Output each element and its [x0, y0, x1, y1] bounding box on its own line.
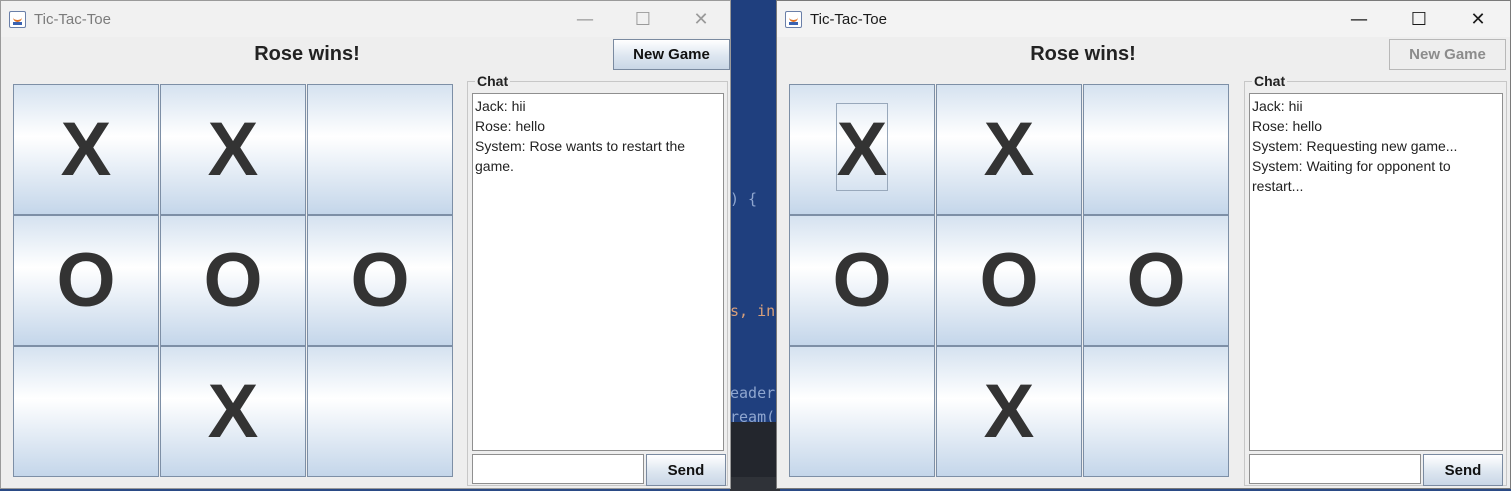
game-status: Rose wins!	[254, 43, 360, 65]
close-icon[interactable]: ✕	[672, 1, 730, 37]
chat-title: Chat	[1252, 73, 1288, 89]
board-cell[interactable]: O	[160, 215, 306, 346]
send-button[interactable]: Send	[1423, 454, 1503, 486]
chat-message: Rose: hello	[475, 118, 546, 134]
chat-panel: Chat Jack: hii Rose: hello System: Rose …	[467, 73, 728, 486]
chat-log[interactable]: Jack: hii Rose: hello System: Rose wants…	[472, 93, 724, 451]
board-cell[interactable]	[307, 346, 453, 477]
game-board: X X O O O X	[13, 84, 453, 478]
code-fragment: eader	[730, 384, 776, 402]
board-cell[interactable]	[307, 84, 453, 215]
game-window-rose: Tic-Tac-Toe — ☐ ✕ Rose wins! New Game X …	[776, 0, 1511, 489]
java-app-icon	[9, 10, 26, 28]
chat-message: Jack: hii	[475, 98, 526, 114]
board-cell[interactable]	[1083, 84, 1229, 215]
minimize-icon[interactable]: —	[1330, 1, 1388, 37]
game-window-jack: Tic-Tac-Toe — ☐ ✕ Rose wins! New Game X …	[0, 0, 731, 489]
board-cell[interactable]	[1083, 346, 1229, 477]
board-cell[interactable]: O	[789, 215, 935, 346]
editor-panel	[730, 422, 780, 477]
chat-message: Rose: hello	[1252, 118, 1323, 134]
game-status: Rose wins!	[1030, 43, 1136, 65]
chat-input[interactable]	[1249, 454, 1421, 484]
minimize-icon[interactable]: —	[556, 1, 614, 37]
window-title: Tic-Tac-Toe	[810, 10, 887, 28]
board-cell[interactable]	[789, 346, 935, 477]
board-cell[interactable]: O	[13, 215, 159, 346]
maximize-icon[interactable]: ☐	[1390, 1, 1448, 37]
chat-panel: Chat Jack: hii Rose: hello System: Reque…	[1244, 73, 1507, 486]
java-app-icon	[785, 10, 802, 28]
close-icon[interactable]: ✕	[1449, 1, 1507, 37]
chat-message: System: Requesting new game...	[1252, 138, 1458, 154]
board-cell[interactable]: X	[936, 84, 1082, 215]
send-button[interactable]: Send	[646, 454, 726, 486]
editor-statusbar	[730, 477, 780, 491]
maximize-icon[interactable]: ☐	[614, 1, 672, 37]
chat-message: Jack: hii	[1252, 98, 1303, 114]
board-cell[interactable]: X	[13, 84, 159, 215]
board-cell[interactable]: X	[160, 84, 306, 215]
code-fragment: ) {	[730, 190, 758, 208]
title-bar[interactable]: Tic-Tac-Toe — ☐ ✕	[777, 1, 1510, 37]
board-cell[interactable]: O	[307, 215, 453, 346]
focus-indicator	[836, 103, 888, 191]
new-game-button[interactable]: New Game	[1389, 39, 1506, 70]
board-cell[interactable]: O	[936, 215, 1082, 346]
code-fragment: s, in	[730, 302, 776, 320]
chat-log[interactable]: Jack: hii Rose: hello System: Requesting…	[1249, 93, 1503, 451]
game-board: X X O O O X	[789, 84, 1229, 478]
title-bar[interactable]: Tic-Tac-Toe — ☐ ✕	[1, 1, 730, 37]
background-editor: ) { s, in eader ream(	[730, 0, 780, 491]
board-cell[interactable]: X	[936, 346, 1082, 477]
window-title: Tic-Tac-Toe	[34, 10, 111, 28]
board-cell[interactable]	[13, 346, 159, 477]
chat-input[interactable]	[472, 454, 644, 484]
new-game-button[interactable]: New Game	[613, 39, 730, 70]
board-cell[interactable]: O	[1083, 215, 1229, 346]
chat-title: Chat	[475, 73, 511, 89]
board-cell[interactable]: X	[789, 84, 935, 215]
chat-message: System: Rose wants to restart the game.	[475, 138, 686, 174]
board-cell[interactable]: X	[160, 346, 306, 477]
chat-message: System: Waiting for opponent to restart.…	[1252, 158, 1451, 194]
